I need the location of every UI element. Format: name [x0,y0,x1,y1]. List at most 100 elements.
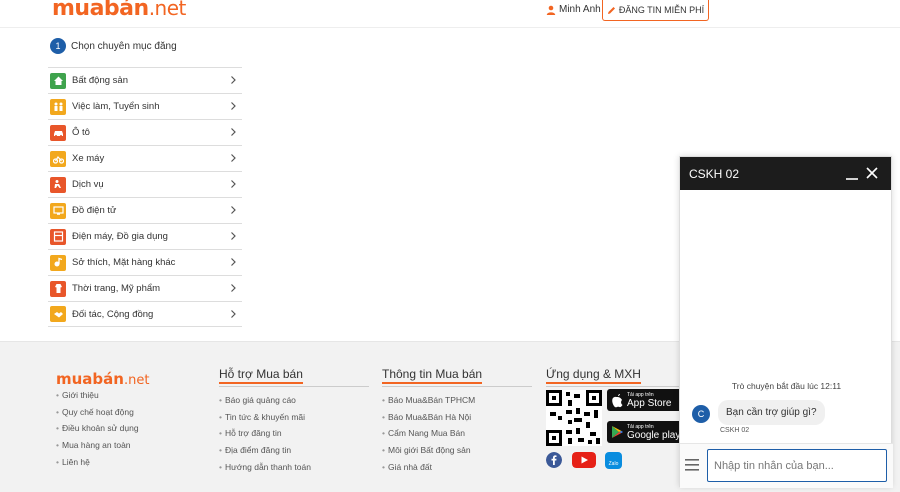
footer-col-title: Ứng dụng & MXH [546,367,696,387]
youtube-icon[interactable] [572,452,596,468]
footer-logo-main: muabán [56,370,124,388]
chevron-right-icon [231,128,236,136]
chevron-right-icon [231,310,236,318]
category-item[interactable]: Đối tác, Cộng đồng [48,301,242,327]
category-label: Ô tô [72,127,90,138]
category-list: Bất động sản Việc làm, Tuyển sinh Ô tô X… [48,67,242,327]
chevron-right-icon [231,206,236,214]
category-item[interactable]: Xe máy [48,145,242,171]
footer-link[interactable]: Liên hệ [56,457,139,474]
footer-link[interactable]: Môi giới Bất động sản [382,445,532,462]
chat-message: Bạn cần trợ giúp gì? [718,400,825,425]
category-label: Đối tác, Cộng đồng [72,308,154,320]
footer-link[interactable]: Giới thiệu [56,390,139,407]
menu-icon[interactable] [685,459,699,471]
footer-link[interactable]: Báo Mua&Bán TPHCM [382,395,532,412]
category-label: Bất động sản [72,75,128,86]
category-label: Việc làm, Tuyển sinh [72,101,160,112]
facebook-icon[interactable] [546,452,562,468]
store-big-text: App Store [627,397,672,409]
electronics-icon [50,202,66,219]
step-indicator: 1 Chọn chuyên mục đăng [50,38,177,54]
house-icon [50,72,66,89]
footer-link[interactable]: Tin tức & khuyến mãi [219,412,369,429]
car-icon [50,124,66,141]
category-label: Xe máy [72,153,105,164]
category-label: Điện máy, Đồ gia dụng [72,231,168,242]
store-big-text: Google play [627,429,681,441]
footer-col-support: Hỗ trợ Mua bán Báo giá quảng cáo Tin tức… [219,367,369,478]
footer-col-title: Hỗ trợ Mua bán [219,367,369,387]
category-label: Sở thích, Mặt hàng khác [72,257,176,268]
people-icon [50,98,66,115]
category-item[interactable]: Điện máy, Đồ gia dụng [48,223,242,249]
footer-link[interactable]: Quy chế hoạt động [56,407,139,424]
logo-main: muabán [52,0,149,21]
footer-link[interactable]: Hướng dẫn thanh toán [219,462,369,479]
chevron-right-icon [231,258,236,266]
appliance-icon [50,228,66,245]
chevron-right-icon [231,232,236,240]
chat-footer [680,443,893,488]
footer-link[interactable]: Điều khoản sử dụng [56,423,139,440]
category-label: Dịch vụ [72,179,104,190]
footer-link[interactable]: Địa điểm đăng tin [219,445,369,462]
footer-col-info: Thông tin Mua bán Báo Mua&Bán TPHCM Báo … [382,367,532,478]
category-label: Thời trang, Mỹ phẩm [72,283,161,294]
chat-widget: CSKH 02 Trò chuyện bắt đầu lúc 12:11 C B… [679,156,893,488]
chat-title: CSKH 02 [689,166,740,181]
fashion-icon [50,280,66,297]
footer-col-apps: Ứng dụng & MXH [546,367,696,387]
chat-header: CSKH 02 [680,157,891,190]
user-icon [546,5,556,15]
chevron-right-icon [231,76,236,84]
category-label: Đồ điện tử [72,205,117,216]
chat-message-input[interactable] [707,449,887,482]
chat-start-time: Trò chuyện bắt đầu lúc 12:11 [731,381,842,391]
step-label: Chọn chuyên mục đăng [71,40,177,52]
avatar: C [692,405,710,423]
page: muabán.net Minh Anh ĐĂNG TIN MIỄN PHÍ 1 … [0,0,900,492]
pencil-icon [607,6,615,14]
site-logo[interactable]: muabán.net [52,0,186,21]
handshake-icon [50,306,66,322]
apple-icon [612,393,623,407]
category-item[interactable]: Đồ điện tử [48,197,242,223]
footer-col-about: Giới thiệu Quy chế hoạt động Điều khoản … [56,390,139,473]
user-name: Minh Anh [559,4,601,15]
footer-link[interactable]: Báo Mua&Bán Hà Nội [382,412,532,429]
footer-col-title: Thông tin Mua bán [382,367,532,387]
chevron-right-icon [231,154,236,162]
category-item[interactable]: Bất động sản [48,67,242,93]
user-menu[interactable]: Minh Anh [546,4,601,15]
footer-link[interactable]: Mua hàng an toàn [56,440,139,457]
chevron-right-icon [231,180,236,188]
footer-link[interactable]: Hỗ trợ đăng tin [219,428,369,445]
google-play-button[interactable]: Tải app trên Google play [607,421,683,443]
footer-logo[interactable]: muabán.net [56,370,149,388]
chat-agent-name: CSKH 02 [720,427,750,434]
category-item[interactable]: Dịch vụ [48,171,242,197]
chevron-right-icon [231,284,236,292]
zalo-icon[interactable]: Zalo [605,452,622,469]
category-item[interactable]: Việc làm, Tuyển sinh [48,93,242,119]
post-free-ad-button[interactable]: ĐĂNG TIN MIỄN PHÍ [602,0,709,21]
qr-code-icon [546,390,602,446]
zalo-label: Zalo [608,461,619,467]
close-icon[interactable] [865,166,879,180]
category-item[interactable]: Ô tô [48,119,242,145]
footer-link[interactable]: Báo giá quảng cáo [219,395,369,412]
service-icon [50,176,66,193]
footer-link[interactable]: Cẩm Nang Mua Bán [382,428,532,445]
category-item[interactable]: Sở thích, Mặt hàng khác [48,249,242,275]
app-store-button[interactable]: Tải app trên App Store [607,389,683,411]
footer-logo-tld: .net [123,373,150,388]
hobby-icon [50,254,66,271]
top-header: muabán.net Minh Anh ĐĂNG TIN MIỄN PHÍ [0,0,900,28]
step-number: 1 [50,38,66,54]
category-item[interactable]: Thời trang, Mỹ phẩm [48,275,242,301]
chevron-right-icon [231,102,236,110]
footer-link[interactable]: Giá nhà đất [382,462,532,479]
motorbike-icon [50,150,66,167]
minimize-icon[interactable] [845,167,859,181]
